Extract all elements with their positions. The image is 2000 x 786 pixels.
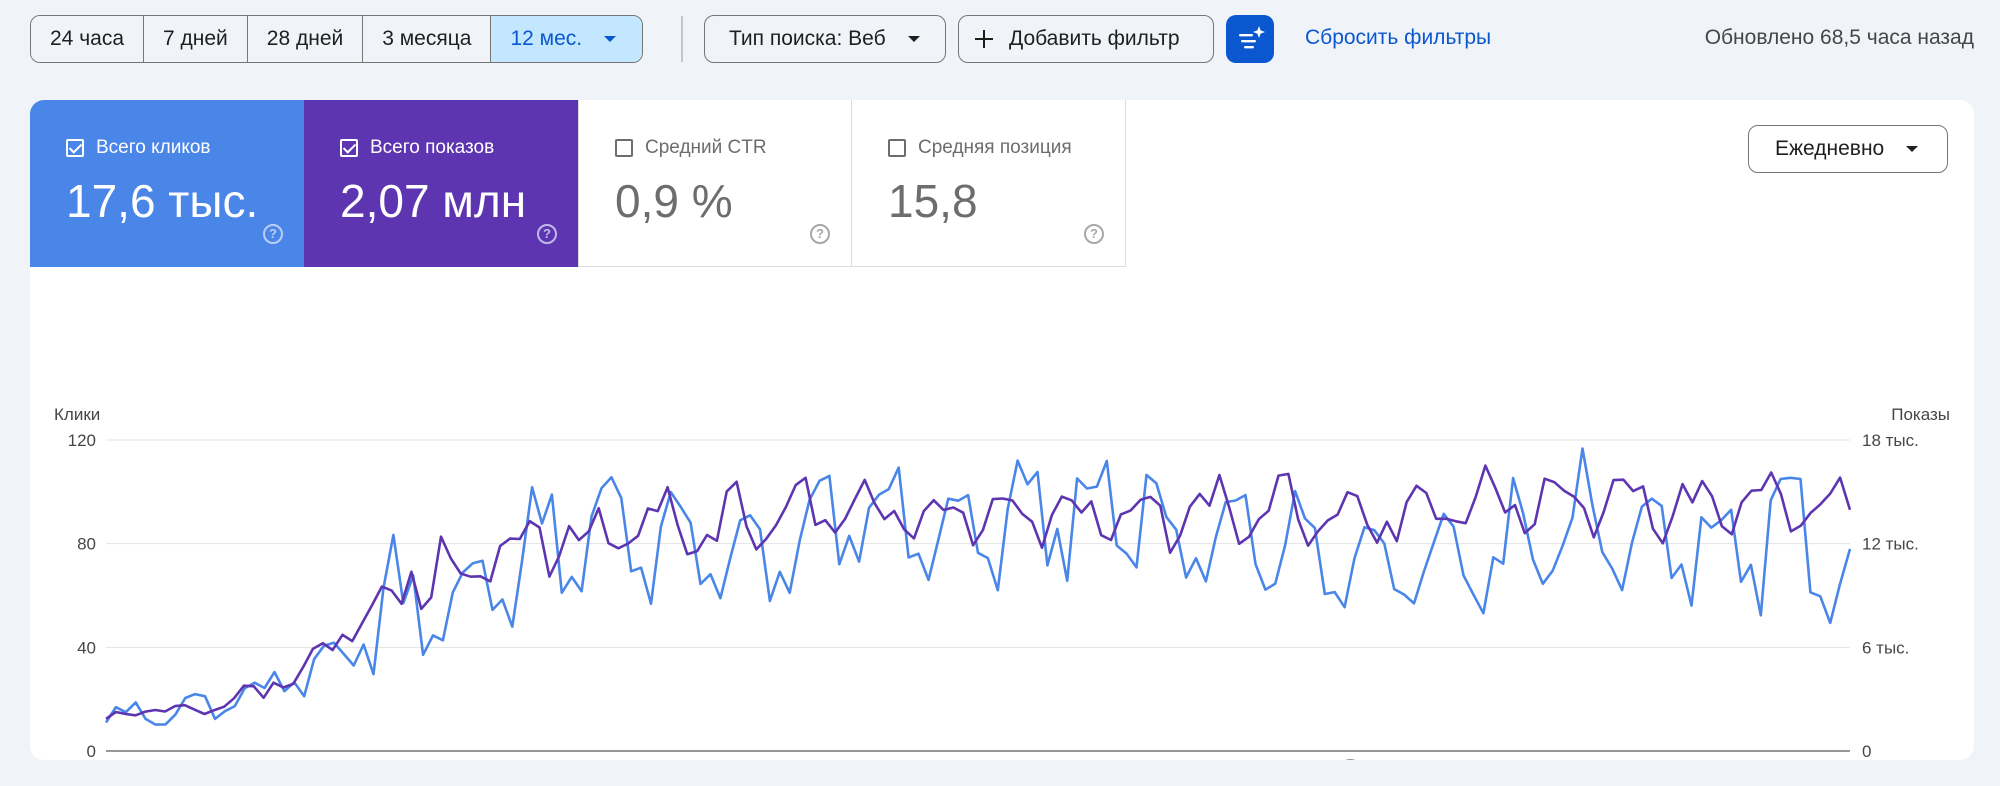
- range-12m-dropdown[interactable]: 12 мес.: [491, 16, 643, 62]
- metric-label: Всего показов: [370, 137, 495, 158]
- series-line-impressions: [105, 464, 1852, 720]
- ai-filter-icon: [1239, 26, 1265, 49]
- checkbox-icon[interactable]: [615, 139, 633, 157]
- range-12m-label: 12 мес.: [510, 27, 583, 50]
- chevron-down-icon: [604, 36, 617, 42]
- last-updated-text: Обновлено 68,5 часа назад: [1704, 26, 1974, 49]
- y-tick-label: 40: [77, 638, 96, 657]
- reset-filters-link[interactable]: Сбросить фильтры: [1305, 26, 1491, 50]
- checkbox-icon[interactable]: [340, 139, 358, 157]
- checkbox-icon[interactable]: [66, 139, 84, 157]
- performance-chart: Клики Показы 0 40 80 120 0 6 тыс. 12 тыс. 18 т…: [54, 405, 1950, 760]
- y-axis-ticks-left: 0 40 80 120: [68, 431, 96, 760]
- y-axis-label-left: Клики: [54, 405, 100, 424]
- help-icon[interactable]: ?: [263, 224, 283, 244]
- range-24h-button[interactable]: 24 часа: [31, 16, 144, 62]
- chart-series: [104, 447, 1852, 726]
- y-tick-label: 0: [87, 742, 96, 760]
- frequency-label: Ежедневно: [1775, 137, 1885, 160]
- chevron-down-icon: [907, 36, 920, 42]
- y-tick-label: 80: [77, 535, 96, 554]
- annotation-marker: [1345, 759, 1356, 760]
- frequency-dropdown[interactable]: Ежедневно: [1748, 125, 1948, 173]
- metric-value: 17,6 тыс.: [66, 175, 259, 227]
- y-tick-label: 120: [68, 431, 96, 450]
- add-filter-label: Добавить фильтр: [1009, 27, 1180, 50]
- checkbox-icon[interactable]: [888, 139, 906, 157]
- y2-tick-label: 18 тыс.: [1862, 431, 1919, 450]
- date-range-selector: 24 часа 7 дней 28 дней 3 месяца 12 мес.: [30, 15, 644, 63]
- help-icon[interactable]: ?: [537, 224, 557, 244]
- help-icon[interactable]: ?: [810, 224, 830, 244]
- toolbar-divider: [681, 16, 683, 62]
- metric-total-impressions[interactable]: Всего показов 2,07 млн ?: [304, 100, 578, 267]
- metric-value: 2,07 млн: [340, 175, 527, 227]
- search-type-label: Тип поиска: Веб: [729, 27, 886, 50]
- ai-filter-button[interactable]: [1226, 15, 1274, 63]
- series-line-clicks: [104, 447, 1852, 726]
- help-icon[interactable]: ?: [1084, 224, 1104, 244]
- metric-label: Средний CTR: [645, 137, 767, 158]
- performance-card: Всего кликов 17,6 тыс. ? Всего показов 2…: [30, 100, 1974, 760]
- y2-tick-label: 6 тыс.: [1862, 638, 1909, 657]
- plus-icon: [973, 28, 995, 50]
- metric-label: Средняя позиция: [918, 137, 1072, 158]
- range-28d-button[interactable]: 28 дней: [247, 16, 364, 62]
- add-filter-button[interactable]: Добавить фильтр: [958, 15, 1214, 63]
- y2-tick-label: 12 тыс.: [1862, 535, 1919, 554]
- search-type-filter[interactable]: Тип поиска: Веб: [704, 15, 946, 63]
- metric-label: Всего кликов: [96, 137, 211, 158]
- y2-tick-label: 0: [1862, 742, 1871, 760]
- metric-average-position[interactable]: Средняя позиция 15,8 ?: [852, 100, 1126, 267]
- toolbar: 24 часа 7 дней 28 дней 3 месяца 12 мес. …: [0, 0, 2000, 80]
- metric-average-ctr[interactable]: Средний CTR 0,9 % ?: [578, 100, 852, 267]
- metric-value: 15,8: [888, 175, 978, 227]
- chevron-down-icon: [1906, 146, 1919, 152]
- y-axis-label-right: Показы: [1891, 405, 1950, 424]
- metric-value: 0,9 %: [615, 175, 733, 227]
- chart-annotation[interactable]: 1: [1337, 759, 1363, 760]
- metric-total-clicks[interactable]: Всего кликов 17,6 тыс. ?: [30, 100, 304, 267]
- y-axis-ticks-right: 0 6 тыс. 12 тыс. 18 тыс.: [1862, 431, 1919, 760]
- range-7d-button[interactable]: 7 дней: [144, 16, 248, 62]
- range-3m-button[interactable]: 3 месяца: [363, 16, 492, 62]
